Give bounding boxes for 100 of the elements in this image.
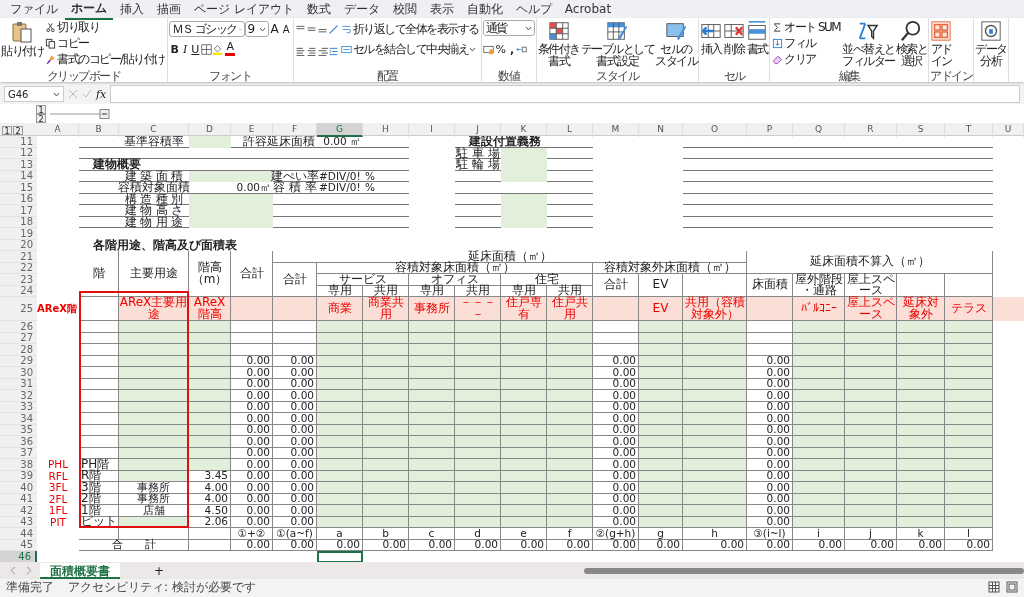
align-left-icon[interactable] [294,45,306,57]
input-cell[interactable] [897,344,945,356]
input-cell[interactable] [363,413,409,425]
row-number[interactable]: 32 [0,390,37,402]
input-cell[interactable] [683,344,747,356]
input-cell[interactable] [793,505,845,517]
input-cell[interactable] [845,321,897,333]
input-cell[interactable] [363,367,409,379]
input-cell[interactable] [409,413,455,425]
input-cell[interactable] [683,390,747,402]
input-cell[interactable] [793,344,845,356]
paste-button[interactable]: 貼り付け [1,20,43,57]
collapse-icon[interactable] [50,108,110,119]
input-cell[interactable] [409,482,455,494]
input-cell[interactable] [501,367,547,379]
input-cell[interactable] [409,367,455,379]
input-cell[interactable] [501,390,547,402]
row-number[interactable]: 13 [0,159,37,171]
input-cell[interactable] [409,505,455,517]
outline-level-button[interactable]: 2 [36,113,46,123]
row-number[interactable]: 17 [0,205,37,217]
merge-center-button[interactable]: セルを結合して中央揃え [339,42,480,56]
input-cell[interactable] [455,505,501,517]
menu-tab[interactable]: 校閲 [386,0,423,19]
input-cell[interactable] [119,390,189,402]
menu-tab[interactable]: 自動化 [460,0,509,19]
input-cell[interactable] [409,344,455,356]
input-cell[interactable] [119,436,189,448]
add-sheet-button[interactable]: + [148,562,171,579]
input-cell[interactable] [363,321,409,333]
input-cell[interactable] [363,390,409,402]
input-cell[interactable] [683,459,747,471]
input-cell[interactable] [317,390,363,402]
row-number[interactable]: 15 [0,182,37,194]
input-cell[interactable] [189,413,231,425]
copy-button[interactable]: コピー [44,36,166,50]
input-cell[interactable] [547,344,593,356]
insert-button[interactable]: 挿入 [700,20,723,55]
underline-button[interactable]: U [189,41,202,57]
row-number[interactable]: 21 [0,251,37,263]
italic-button[interactable]: I [180,41,190,57]
input-cell[interactable] [363,459,409,471]
input-cell[interactable] [639,413,683,425]
input-cell[interactable] [119,344,189,356]
input-cell[interactable] [547,390,593,402]
input-cell[interactable] [455,459,501,471]
currency-icon[interactable] [482,43,494,55]
input-cell[interactable] [897,390,945,402]
input-cell[interactable] [547,482,593,494]
sum-button[interactable]: オート SUM [771,20,842,34]
input-cell[interactable] [845,436,897,448]
input-cell[interactable] [793,321,845,333]
input-cell[interactable] [945,436,993,448]
input-cell[interactable] [455,344,501,356]
input-cell[interactable] [897,505,945,517]
name-box[interactable]: G46 [4,86,64,102]
input-cell[interactable] [639,390,683,402]
input-cell[interactable] [189,136,231,148]
row-number[interactable]: 19 [0,228,37,240]
row-number[interactable]: 11 [0,136,37,148]
input-cell[interactable] [945,505,993,517]
previous-sheet-icon[interactable] [10,566,16,575]
input-cell[interactable] [547,413,593,425]
percent-button[interactable]: % [493,41,509,57]
input-cell[interactable] [897,367,945,379]
input-cell[interactable] [683,436,747,448]
input-cell[interactable] [845,413,897,425]
input-cell[interactable] [363,436,409,448]
input-cell[interactable] [189,321,231,333]
shrink-font-button[interactable]: A [280,21,292,37]
input-cell[interactable] [317,482,363,494]
input-cell[interactable] [639,321,683,333]
input-cell[interactable] [639,505,683,517]
align-right-icon[interactable] [316,45,328,57]
input-cell[interactable] [845,482,897,494]
input-cell[interactable] [189,390,231,402]
input-cell[interactable] [363,482,409,494]
insert-function-button[interactable]: fx [96,87,107,101]
row-number[interactable]: 40 [0,482,37,494]
fill-color-icon[interactable] [212,43,224,55]
brush-button[interactable]: 書式のコピー/貼り付け [44,52,166,66]
cut-button[interactable]: 切り取り [44,20,166,34]
check-icon[interactable] [82,89,92,99]
row-number[interactable]: 28 [0,344,37,356]
input-cell[interactable] [501,459,547,471]
bold-button[interactable]: B [168,41,181,57]
sort-filter-button[interactable]: 並べ替えと フィルター [842,20,895,67]
outline-level-button[interactable]: 2 [13,125,23,135]
input-cell[interactable] [317,321,363,333]
input-cell[interactable] [455,390,501,402]
input-cell[interactable] [639,482,683,494]
input-cell[interactable] [945,413,993,425]
input-cell[interactable] [897,436,945,448]
input-cell[interactable] [845,505,897,517]
row-number[interactable]: 26 [0,321,37,333]
input-cell[interactable] [683,413,747,425]
menu-tab[interactable]: 数式 [300,0,337,19]
input-cell[interactable] [455,367,501,379]
input-cell[interactable] [945,390,993,402]
page-layout-icon[interactable] [1006,581,1018,593]
